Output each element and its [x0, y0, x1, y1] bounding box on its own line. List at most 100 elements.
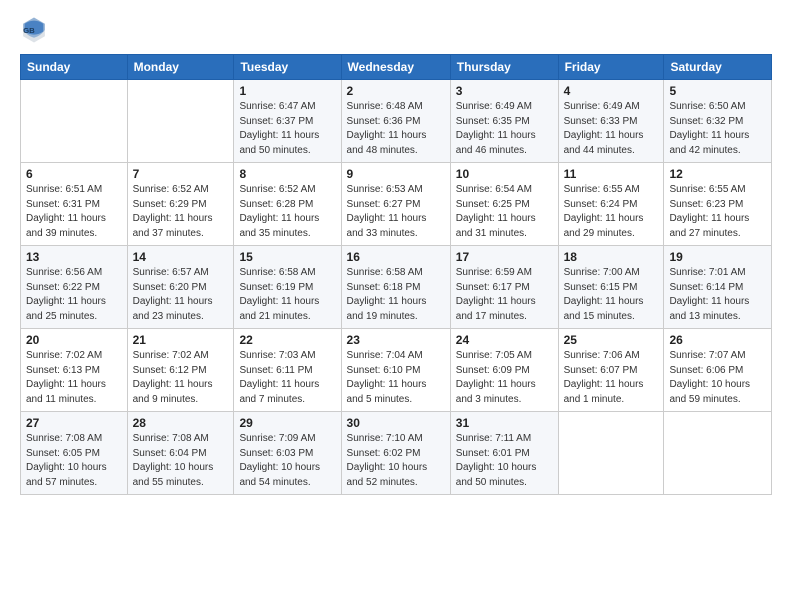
calendar-cell: 12 Sunrise: 6:55 AMSunset: 6:23 PMDayligh… [664, 163, 772, 246]
calendar-cell: 24 Sunrise: 7:05 AMSunset: 6:09 PMDayligh… [450, 329, 558, 412]
day-info: Sunrise: 6:47 AMSunset: 6:37 PMDaylight:… [239, 100, 335, 158]
calendar-cell: 13Sunrise: 6:56 AMSunset: 6:22 PMDayligh… [21, 246, 128, 329]
day-info: Sunrise: 6:59 AMSunset: 6:17 PMDaylight:… [456, 266, 553, 324]
day-number: 16 [347, 250, 445, 264]
weekday-header-thursday: Thursday [450, 55, 558, 80]
day-number: 21 [133, 333, 229, 347]
day-number: 8 [239, 167, 335, 181]
calendar-cell: 6 Sunrise: 6:51 AMSunset: 6:31 PMDaylight… [21, 163, 128, 246]
calendar-cell [127, 80, 234, 163]
calendar-cell: 14 Sunrise: 6:57 AMSunset: 6:20 PMDayligh… [127, 246, 234, 329]
day-number: 19 [669, 250, 766, 264]
day-info: Sunrise: 6:55 AMSunset: 6:23 PMDaylight:… [669, 183, 766, 241]
calendar-cell: 27 Sunrise: 7:08 AMSunset: 6:05 PMDayligh… [21, 412, 128, 495]
day-number: 7 [133, 167, 229, 181]
day-info: Sunrise: 6:52 AMSunset: 6:28 PMDaylight:… [239, 183, 335, 241]
day-number: 4 [564, 84, 659, 98]
day-info: Sunrise: 6:57 AMSunset: 6:20 PMDaylight:… [133, 266, 229, 324]
calendar-cell: 4Sunrise: 6:49 AMSunset: 6:33 PMDaylight… [558, 80, 664, 163]
weekday-header-monday: Monday [127, 55, 234, 80]
calendar-cell: 18 Sunrise: 7:00 AMSunset: 6:15 PMDayligh… [558, 246, 664, 329]
day-number: 24 [456, 333, 553, 347]
day-info: Sunrise: 6:48 AMSunset: 6:36 PMDaylight:… [347, 100, 445, 158]
day-info: Sunrise: 6:55 AMSunset: 6:24 PMDaylight:… [564, 183, 659, 241]
day-number: 5 [669, 84, 766, 98]
day-info: Sunrise: 7:04 AMSunset: 6:10 PMDaylight:… [347, 349, 445, 407]
day-number: 23 [347, 333, 445, 347]
calendar-cell: 1 Sunrise: 6:47 AMSunset: 6:37 PMDaylight… [234, 80, 341, 163]
calendar-cell: 28Sunrise: 7:08 AMSunset: 6:04 PMDayligh… [127, 412, 234, 495]
calendar-cell: 20 Sunrise: 7:02 AMSunset: 6:13 PMDayligh… [21, 329, 128, 412]
weekday-header-row: SundayMondayTuesdayWednesdayThursdayFrid… [21, 55, 772, 80]
weekday-header-sunday: Sunday [21, 55, 128, 80]
day-number: 31 [456, 416, 553, 430]
calendar-week-4: 20 Sunrise: 7:02 AMSunset: 6:13 PMDayligh… [21, 329, 772, 412]
day-info: Sunrise: 7:10 AMSunset: 6:02 PMDaylight:… [347, 432, 445, 490]
calendar-cell: 30 Sunrise: 7:10 AMSunset: 6:02 PMDayligh… [341, 412, 450, 495]
day-number: 15 [239, 250, 335, 264]
calendar-cell: 23 Sunrise: 7:04 AMSunset: 6:10 PMDayligh… [341, 329, 450, 412]
calendar-week-5: 27 Sunrise: 7:08 AMSunset: 6:05 PMDayligh… [21, 412, 772, 495]
calendar-cell: 9 Sunrise: 6:53 AMSunset: 6:27 PMDaylight… [341, 163, 450, 246]
calendar-cell: 15Sunrise: 6:58 AMSunset: 6:19 PMDayligh… [234, 246, 341, 329]
day-number: 17 [456, 250, 553, 264]
day-info: Sunrise: 7:00 AMSunset: 6:15 PMDaylight:… [564, 266, 659, 324]
day-info: Sunrise: 7:05 AMSunset: 6:09 PMDaylight:… [456, 349, 553, 407]
calendar-cell: 21 Sunrise: 7:02 AMSunset: 6:12 PMDayligh… [127, 329, 234, 412]
calendar-cell: 29 Sunrise: 7:09 AMSunset: 6:03 PMDayligh… [234, 412, 341, 495]
day-number: 13 [26, 250, 122, 264]
day-info: Sunrise: 7:02 AMSunset: 6:12 PMDaylight:… [133, 349, 229, 407]
calendar-cell: 7 Sunrise: 6:52 AMSunset: 6:29 PMDaylight… [127, 163, 234, 246]
day-number: 29 [239, 416, 335, 430]
calendar-week-3: 13Sunrise: 6:56 AMSunset: 6:22 PMDayligh… [21, 246, 772, 329]
day-number: 18 [564, 250, 659, 264]
day-info: Sunrise: 7:11 AMSunset: 6:01 PMDaylight:… [456, 432, 553, 490]
day-number: 1 [239, 84, 335, 98]
calendar-cell [664, 412, 772, 495]
day-number: 25 [564, 333, 659, 347]
day-number: 2 [347, 84, 445, 98]
day-info: Sunrise: 6:49 AMSunset: 6:35 PMDaylight:… [456, 100, 553, 158]
day-info: Sunrise: 6:53 AMSunset: 6:27 PMDaylight:… [347, 183, 445, 241]
calendar-cell: 31 Sunrise: 7:11 AMSunset: 6:01 PMDayligh… [450, 412, 558, 495]
day-info: Sunrise: 7:09 AMSunset: 6:03 PMDaylight:… [239, 432, 335, 490]
weekday-header-wednesday: Wednesday [341, 55, 450, 80]
day-info: Sunrise: 6:51 AMSunset: 6:31 PMDaylight:… [26, 183, 122, 241]
logo: GB [20, 16, 52, 44]
day-number: 3 [456, 84, 553, 98]
calendar-cell: 10 Sunrise: 6:54 AMSunset: 6:25 PMDayligh… [450, 163, 558, 246]
day-info: Sunrise: 6:54 AMSunset: 6:25 PMDaylight:… [456, 183, 553, 241]
page: GB SundayMondayTuesdayWednesdayThursdayF… [0, 0, 792, 612]
logo-icon: GB [20, 16, 48, 44]
day-number: 11 [564, 167, 659, 181]
day-number: 14 [133, 250, 229, 264]
calendar-cell: 25 Sunrise: 7:06 AMSunset: 6:07 PMDayligh… [558, 329, 664, 412]
calendar-cell [21, 80, 128, 163]
day-info: Sunrise: 6:52 AMSunset: 6:29 PMDaylight:… [133, 183, 229, 241]
calendar-cell: 26Sunrise: 7:07 AMSunset: 6:06 PMDayligh… [664, 329, 772, 412]
svg-text:GB: GB [23, 26, 35, 35]
day-number: 6 [26, 167, 122, 181]
day-number: 30 [347, 416, 445, 430]
day-info: Sunrise: 7:01 AMSunset: 6:14 PMDaylight:… [669, 266, 766, 324]
weekday-header-tuesday: Tuesday [234, 55, 341, 80]
day-info: Sunrise: 7:06 AMSunset: 6:07 PMDaylight:… [564, 349, 659, 407]
day-info: Sunrise: 7:02 AMSunset: 6:13 PMDaylight:… [26, 349, 122, 407]
day-info: Sunrise: 7:08 AMSunset: 6:04 PMDaylight:… [133, 432, 229, 490]
day-number: 9 [347, 167, 445, 181]
calendar-cell: 16Sunrise: 6:58 AMSunset: 6:18 PMDayligh… [341, 246, 450, 329]
day-info: Sunrise: 6:50 AMSunset: 6:32 PMDaylight:… [669, 100, 766, 158]
calendar-cell: 5 Sunrise: 6:50 AMSunset: 6:32 PMDaylight… [664, 80, 772, 163]
header: GB [20, 16, 772, 44]
calendar-cell [558, 412, 664, 495]
calendar-cell: 17 Sunrise: 6:59 AMSunset: 6:17 PMDayligh… [450, 246, 558, 329]
day-number: 27 [26, 416, 122, 430]
calendar-cell: 22Sunrise: 7:03 AMSunset: 6:11 PMDayligh… [234, 329, 341, 412]
day-info: Sunrise: 7:08 AMSunset: 6:05 PMDaylight:… [26, 432, 122, 490]
day-number: 20 [26, 333, 122, 347]
day-number: 12 [669, 167, 766, 181]
calendar-cell: 3 Sunrise: 6:49 AMSunset: 6:35 PMDaylight… [450, 80, 558, 163]
calendar-week-1: 1 Sunrise: 6:47 AMSunset: 6:37 PMDaylight… [21, 80, 772, 163]
day-number: 10 [456, 167, 553, 181]
weekday-header-saturday: Saturday [664, 55, 772, 80]
